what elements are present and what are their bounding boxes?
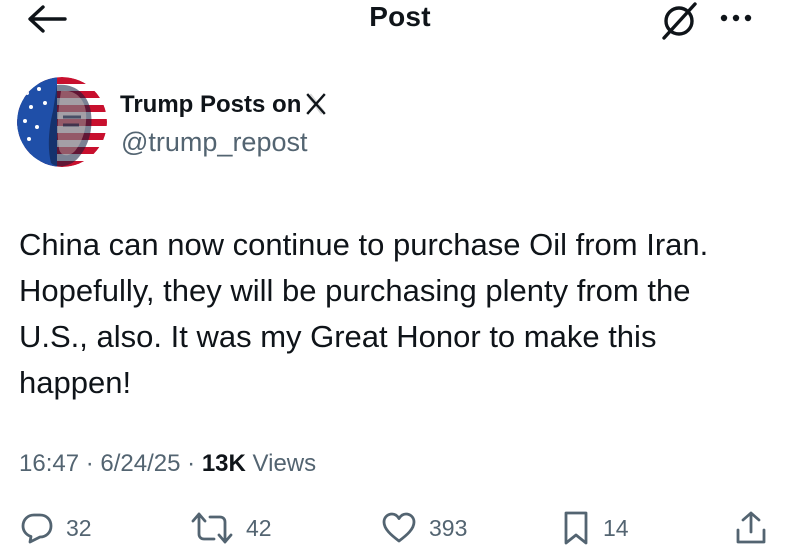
post-time[interactable]: 16:47 bbox=[19, 450, 79, 477]
x-logo-icon bbox=[306, 93, 327, 123]
views-label: Views bbox=[252, 450, 317, 477]
author-name[interactable]: Trump Posts on bbox=[120, 90, 327, 123]
post-date[interactable]: 6/24/25 bbox=[100, 450, 180, 477]
more-button[interactable] bbox=[718, 8, 754, 28]
repost-count: 42 bbox=[246, 514, 272, 541]
meta-separator: · bbox=[187, 450, 196, 477]
more-horizontal-icon bbox=[720, 14, 752, 22]
reply-icon bbox=[21, 513, 53, 544]
post-text: China can now continue to purchase Oil f… bbox=[19, 227, 709, 400]
author-name-text: Trump Posts on bbox=[120, 91, 302, 118]
repost-icon bbox=[191, 512, 233, 544]
grok-button[interactable] bbox=[656, 0, 702, 40]
meta-separator: · bbox=[85, 450, 94, 477]
bookmark-button[interactable]: 14 bbox=[561, 508, 629, 548]
avatar[interactable] bbox=[17, 77, 107, 167]
header: Post bbox=[0, 0, 800, 40]
repost-button[interactable]: 42 bbox=[190, 508, 272, 548]
heart-icon bbox=[382, 512, 416, 543]
views-count: 13K bbox=[201, 450, 246, 477]
reply-count: 32 bbox=[66, 514, 92, 541]
bookmark-icon bbox=[564, 511, 588, 545]
grok-slash-circle-icon bbox=[662, 2, 697, 40]
bookmark-count: 14 bbox=[603, 514, 629, 541]
like-count: 393 bbox=[429, 514, 468, 541]
author-handle[interactable]: @trump_repost bbox=[121, 126, 307, 158]
avatar-flag-portrait bbox=[17, 77, 107, 167]
post-meta: 16:47 · 6/24/25 · 13K Views bbox=[19, 448, 316, 480]
reply-button[interactable]: 32 bbox=[20, 508, 92, 548]
like-button[interactable]: 393 bbox=[381, 508, 467, 548]
share-button[interactable] bbox=[734, 508, 768, 548]
post-page: Post Trump Posts on @trump_repost China … bbox=[0, 0, 800, 556]
share-icon bbox=[736, 511, 766, 544]
